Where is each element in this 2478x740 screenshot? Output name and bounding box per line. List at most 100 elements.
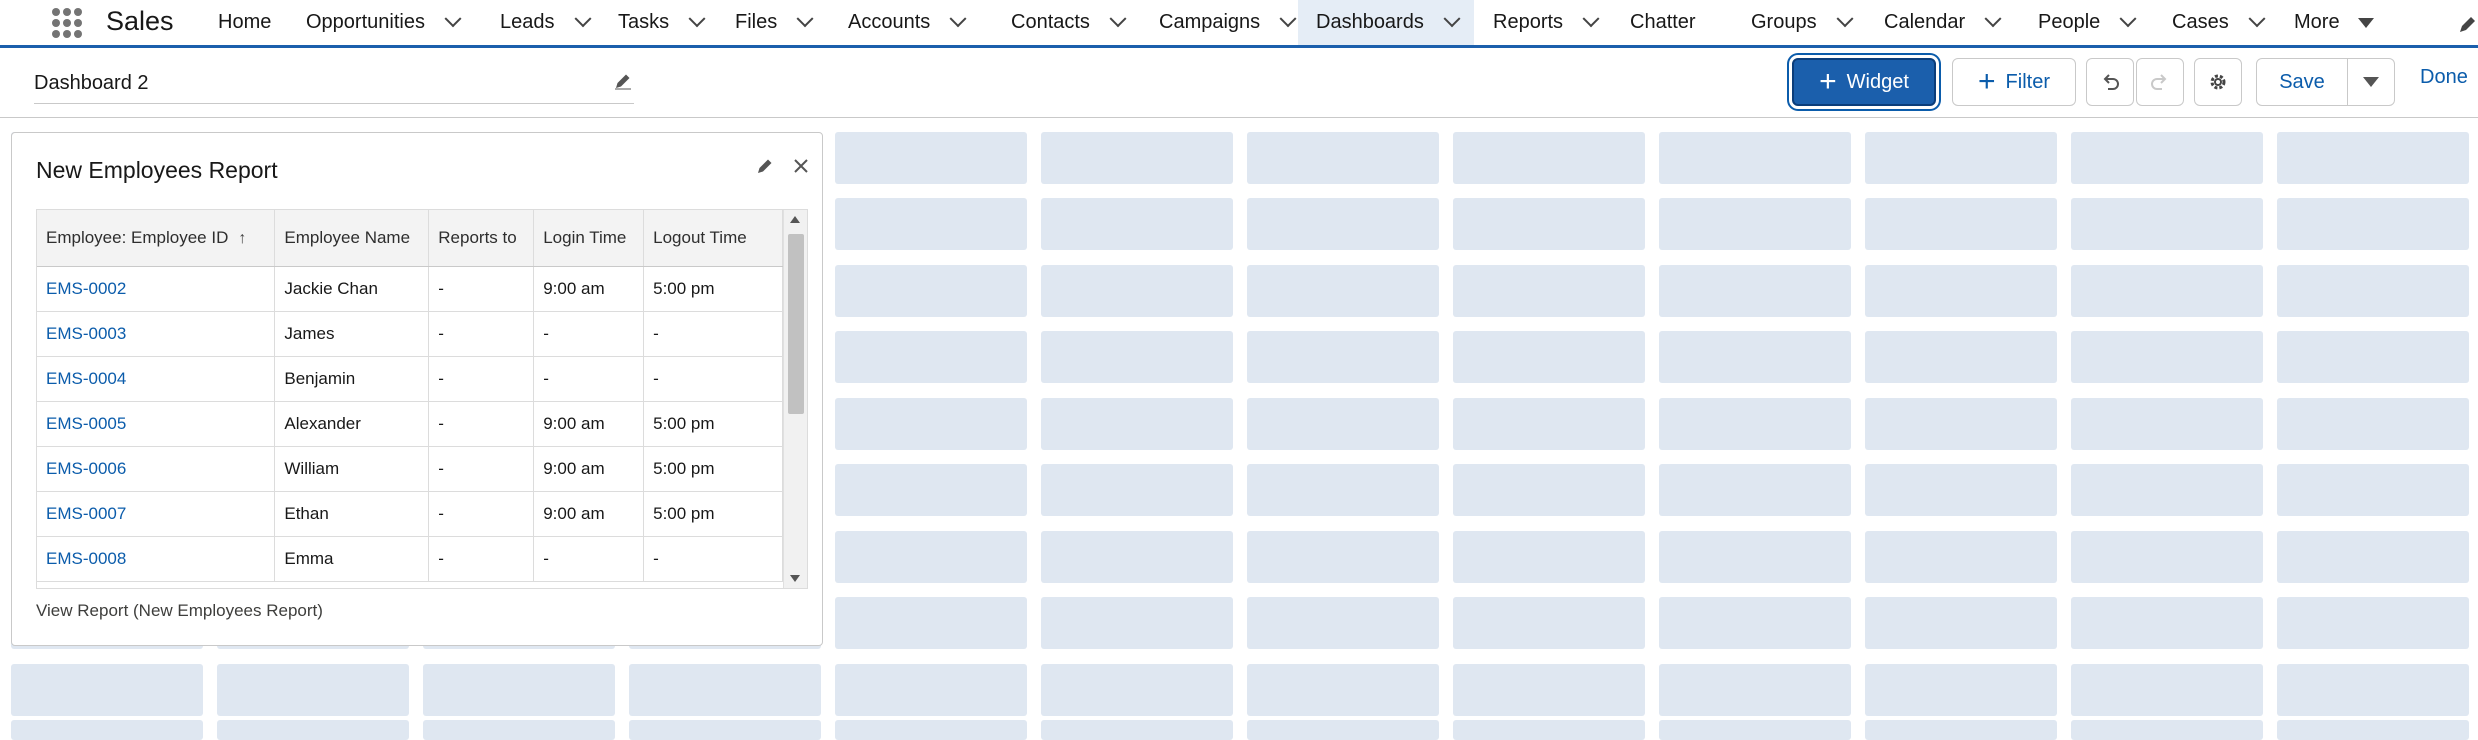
grid-placeholder-cell[interactable] — [1247, 531, 1439, 583]
grid-placeholder-cell[interactable] — [1865, 597, 2057, 649]
grid-placeholder-cell[interactable] — [217, 720, 409, 740]
grid-placeholder-cell[interactable] — [1247, 464, 1439, 516]
grid-placeholder-cell[interactable] — [1865, 531, 2057, 583]
grid-placeholder-cell[interactable] — [1453, 664, 1645, 716]
scroll-thumb[interactable] — [788, 234, 804, 414]
grid-placeholder-cell[interactable] — [835, 720, 1027, 740]
add-widget-button[interactable]: + Widget — [1792, 58, 1936, 106]
nav-item-dashboards[interactable]: Dashboards — [1298, 0, 1474, 45]
grid-placeholder-cell[interactable] — [835, 132, 1027, 184]
chevron-down-icon[interactable] — [796, 9, 814, 27]
chevron-down-icon[interactable] — [2248, 9, 2266, 27]
save-button[interactable]: Save — [2256, 58, 2348, 106]
grid-placeholder-cell[interactable] — [1659, 398, 1851, 450]
nav-item-tasks[interactable]: Tasks — [618, 0, 706, 45]
grid-placeholder-cell[interactable] — [1865, 464, 2057, 516]
report-table-widget[interactable]: New Employees Report Employee: Employee … — [11, 132, 823, 646]
sort-ascending-icon[interactable]: ↑ — [238, 230, 246, 247]
nav-item-files[interactable]: Files — [735, 0, 814, 45]
grid-placeholder-cell[interactable] — [217, 664, 409, 716]
chevron-down-icon[interactable] — [574, 9, 591, 27]
chevron-down-icon[interactable] — [1279, 9, 1297, 27]
grid-placeholder-cell[interactable] — [2277, 198, 2469, 250]
grid-placeholder-cell[interactable] — [1041, 398, 1233, 450]
grid-placeholder-cell[interactable] — [1247, 398, 1439, 450]
grid-placeholder-cell[interactable] — [1247, 132, 1439, 184]
chevron-down-icon[interactable] — [1836, 9, 1854, 27]
grid-placeholder-cell[interactable] — [1247, 198, 1439, 250]
edit-widget-pencil-icon[interactable] — [754, 155, 776, 177]
chevron-down-icon[interactable] — [949, 9, 967, 27]
grid-placeholder-cell[interactable] — [2277, 398, 2469, 450]
grid-placeholder-cell[interactable] — [2071, 531, 2263, 583]
grid-placeholder-cell[interactable] — [835, 597, 1027, 649]
grid-placeholder-cell[interactable] — [1247, 597, 1439, 649]
grid-placeholder-cell[interactable] — [1865, 664, 2057, 716]
nav-item-people[interactable]: People — [2038, 0, 2137, 45]
chevron-down-icon[interactable] — [444, 9, 462, 27]
nav-item-reports[interactable]: Reports — [1493, 0, 1600, 45]
nav-item-groups[interactable]: Groups — [1751, 0, 1854, 45]
grid-placeholder-cell[interactable] — [2277, 132, 2469, 184]
grid-placeholder-cell[interactable] — [11, 664, 203, 716]
grid-placeholder-cell[interactable] — [2277, 265, 2469, 317]
grid-placeholder-cell[interactable] — [1453, 720, 1645, 740]
add-filter-button[interactable]: + Filter — [1952, 58, 2076, 106]
grid-placeholder-cell[interactable] — [2071, 720, 2263, 740]
grid-placeholder-cell[interactable] — [1453, 265, 1645, 317]
column-header[interactable]: Logout Time — [643, 210, 783, 267]
grid-placeholder-cell[interactable] — [835, 464, 1027, 516]
grid-placeholder-cell[interactable] — [2071, 132, 2263, 184]
grid-placeholder-cell[interactable] — [1865, 265, 2057, 317]
nav-item-cases[interactable]: Cases — [2172, 0, 2266, 45]
redo-button[interactable] — [2136, 58, 2184, 106]
grid-placeholder-cell[interactable] — [11, 720, 203, 740]
done-link[interactable]: Done — [2420, 66, 2468, 89]
chevron-down-icon[interactable] — [1984, 9, 2002, 27]
grid-placeholder-cell[interactable] — [1453, 198, 1645, 250]
employee-id-link[interactable]: EMS-0003 — [37, 311, 276, 357]
grid-placeholder-cell[interactable] — [835, 398, 1027, 450]
grid-placeholder-cell[interactable] — [1659, 720, 1851, 740]
grid-placeholder-cell[interactable] — [423, 720, 615, 740]
nav-item-campaigns[interactable]: Campaigns — [1159, 0, 1297, 45]
grid-placeholder-cell[interactable] — [1865, 132, 2057, 184]
employee-id-link[interactable]: EMS-0008 — [37, 536, 276, 582]
grid-placeholder-cell[interactable] — [2277, 664, 2469, 716]
chevron-down-icon[interactable] — [1109, 9, 1127, 27]
grid-placeholder-cell[interactable] — [1247, 331, 1439, 383]
grid-placeholder-cell[interactable] — [1659, 597, 1851, 649]
grid-placeholder-cell[interactable] — [1865, 198, 2057, 250]
dashboard-properties-button[interactable] — [2194, 58, 2242, 106]
grid-placeholder-cell[interactable] — [835, 198, 1027, 250]
grid-placeholder-cell[interactable] — [2071, 331, 2263, 383]
scroll-down-icon[interactable] — [790, 575, 800, 582]
nav-item-home[interactable]: Home — [218, 0, 271, 45]
grid-placeholder-cell[interactable] — [1865, 720, 2057, 740]
chevron-down-icon[interactable] — [1443, 9, 1461, 27]
grid-placeholder-cell[interactable] — [1453, 464, 1645, 516]
grid-placeholder-cell[interactable] — [1041, 464, 1233, 516]
grid-placeholder-cell[interactable] — [1041, 664, 1233, 716]
grid-placeholder-cell[interactable] — [629, 664, 821, 716]
grid-placeholder-cell[interactable] — [2071, 398, 2263, 450]
edit-title-pencil-icon[interactable] — [612, 70, 634, 92]
grid-placeholder-cell[interactable] — [629, 720, 821, 740]
column-header[interactable]: Employee Name — [274, 210, 430, 267]
nav-item-opportunities[interactable]: Opportunities — [306, 0, 462, 45]
grid-placeholder-cell[interactable] — [2071, 464, 2263, 516]
grid-placeholder-cell[interactable] — [2277, 531, 2469, 583]
close-icon[interactable] — [790, 155, 812, 177]
grid-placeholder-cell[interactable] — [1041, 720, 1233, 740]
grid-placeholder-cell[interactable] — [1041, 331, 1233, 383]
grid-placeholder-cell[interactable] — [1453, 398, 1645, 450]
edit-nav-pencil-icon[interactable] — [2456, 14, 2478, 36]
grid-placeholder-cell[interactable] — [1041, 198, 1233, 250]
nav-item-more[interactable]: More — [2294, 0, 2374, 45]
grid-placeholder-cell[interactable] — [423, 664, 615, 716]
chevron-down-icon[interactable] — [2357, 17, 2374, 28]
column-header[interactable]: Reports to — [428, 210, 535, 267]
employee-id-link[interactable]: EMS-0006 — [37, 446, 276, 492]
grid-placeholder-cell[interactable] — [1041, 132, 1233, 184]
chevron-down-icon[interactable] — [1582, 9, 1600, 27]
